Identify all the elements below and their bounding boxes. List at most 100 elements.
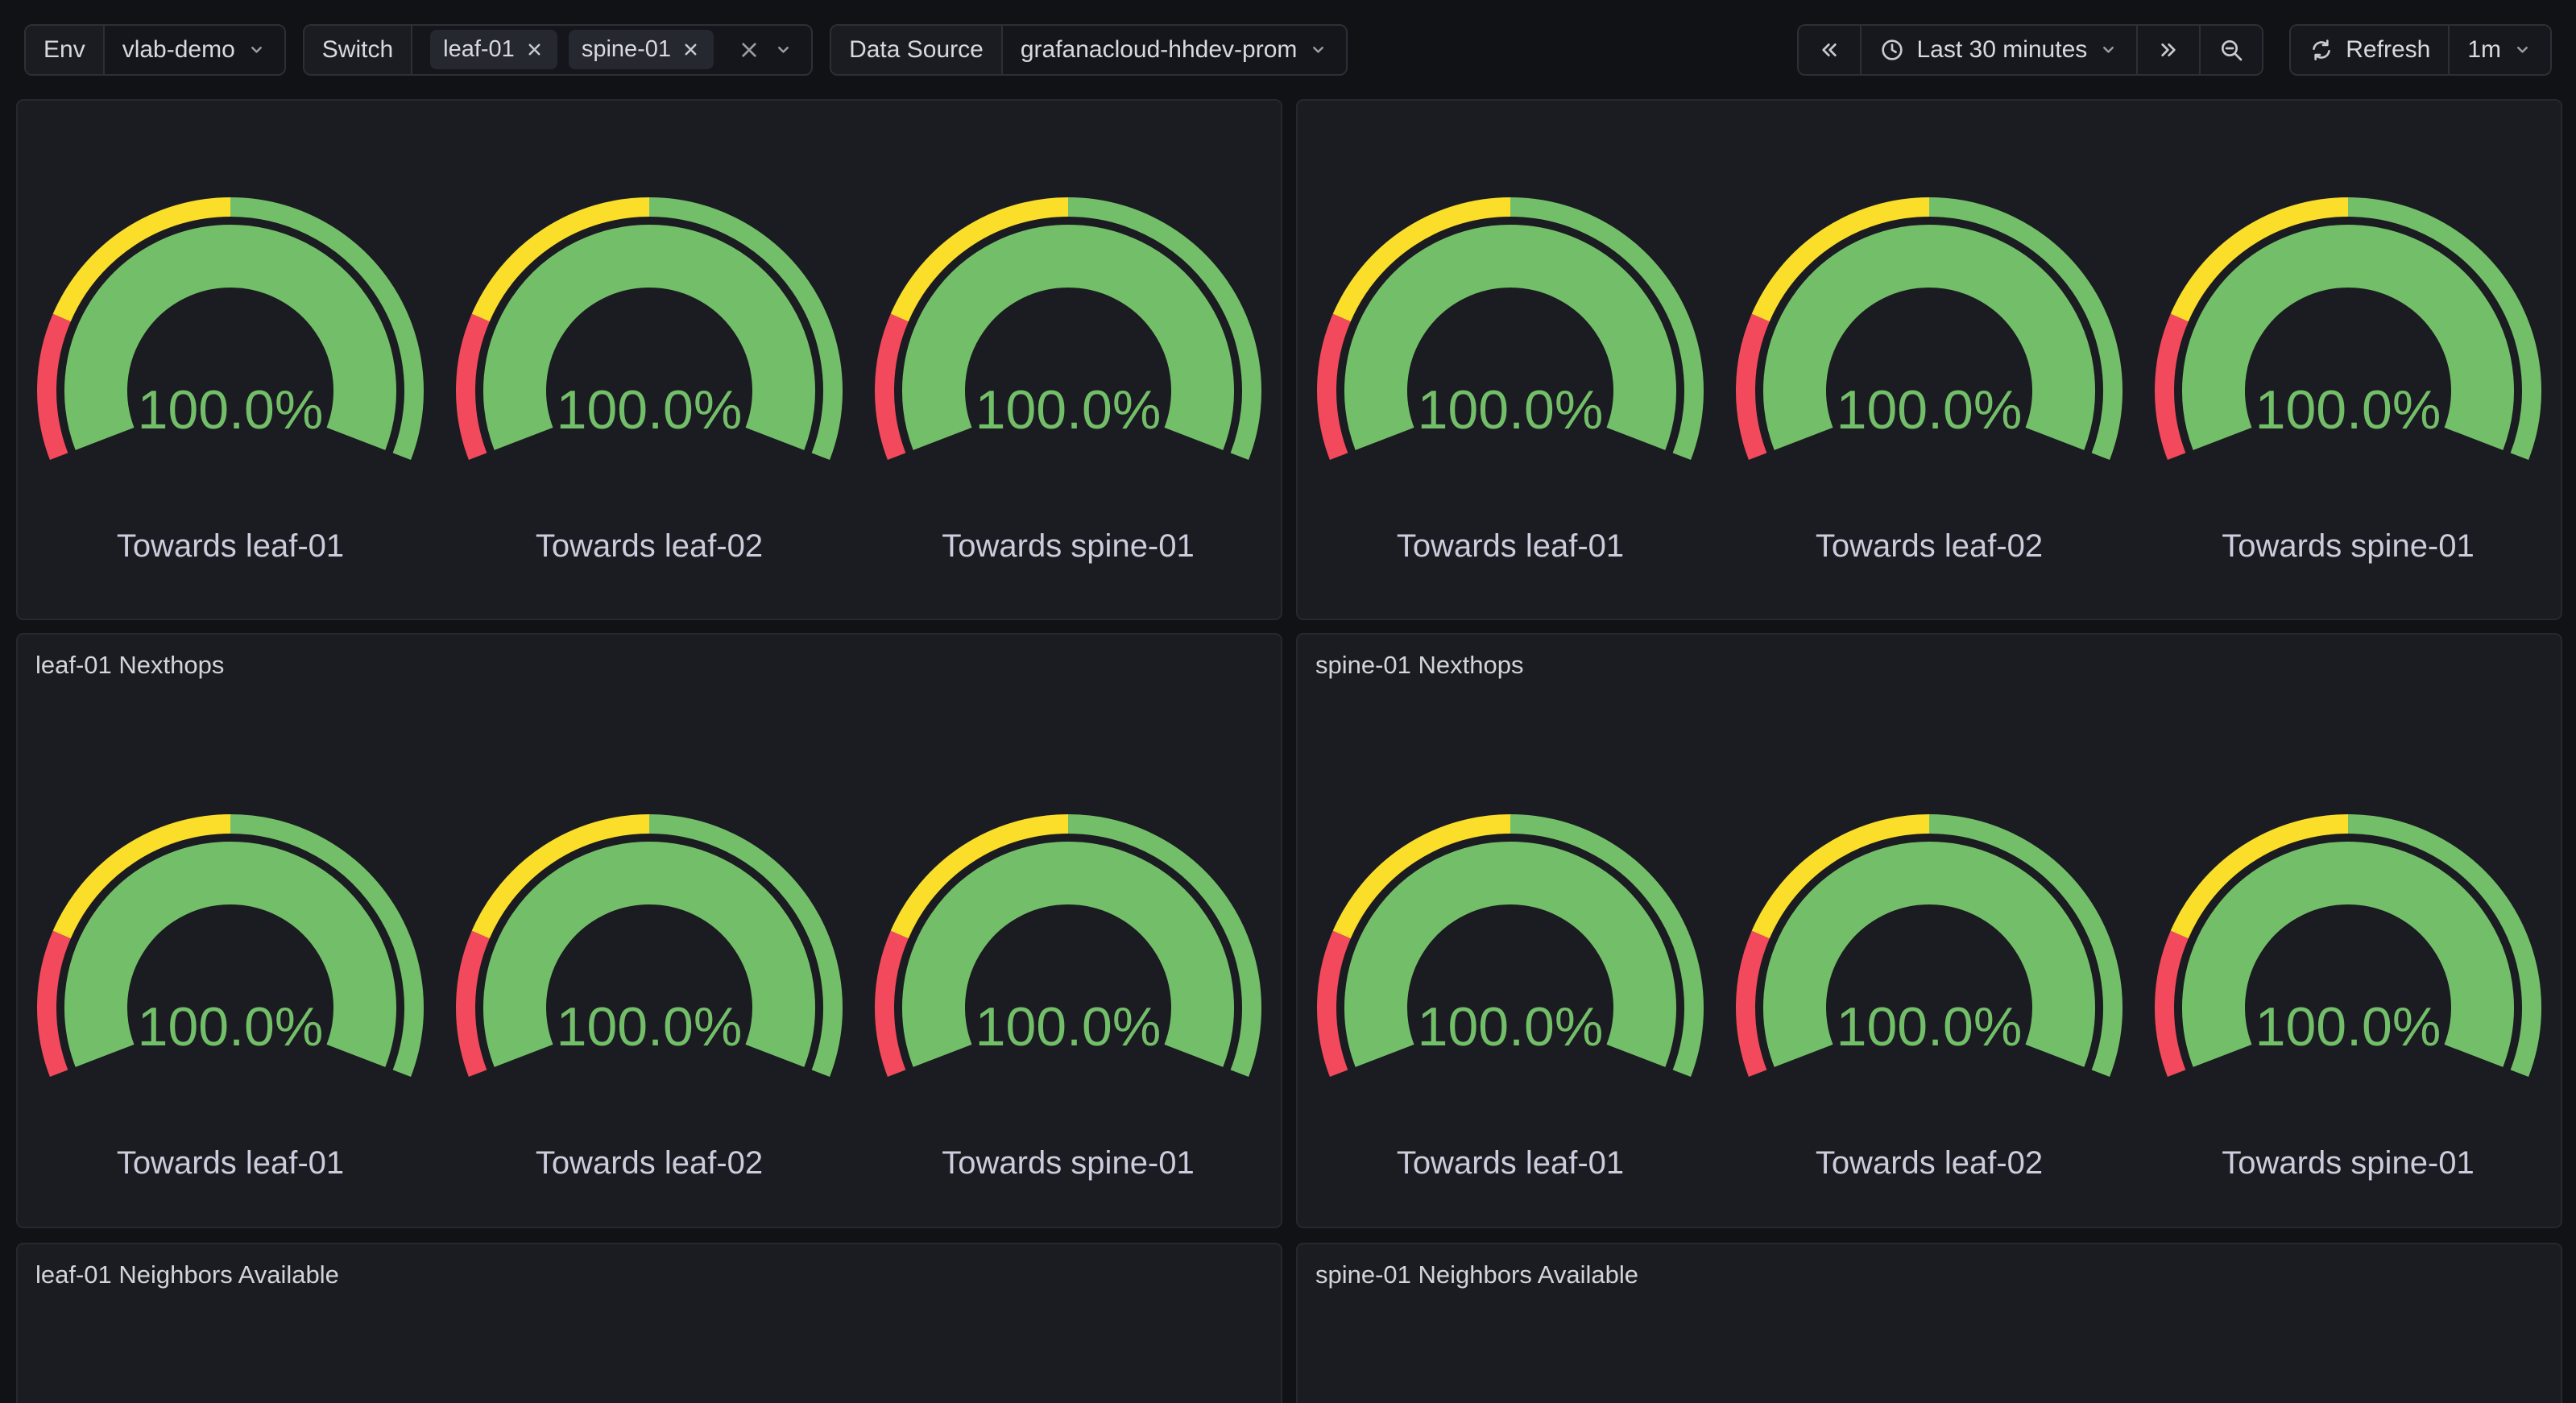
panel-title[interactable]: spine-01 Nexthops	[1298, 635, 2561, 681]
time-shift-forward-button[interactable]	[2136, 26, 2199, 74]
dashboard-grid: 100.0% Towards leaf-01 100.0% Towards le…	[16, 99, 2562, 1403]
switch-tag-leaf-01[interactable]: leaf-01	[430, 30, 557, 69]
gauge-label: Towards spine-01	[942, 528, 1195, 565]
gauge-arc: 100.0%	[1301, 189, 1720, 483]
gauge-arc: 100.0%	[440, 189, 859, 483]
gauge: 100.0% Towards leaf-01	[21, 189, 440, 565]
clock-icon	[1879, 37, 1905, 63]
gauge: 100.0% Towards leaf-02	[1720, 806, 2139, 1182]
gauge-arc: 100.0%	[859, 806, 1278, 1100]
chevron-down-icon	[1308, 39, 1328, 60]
gauge-value: 100.0%	[557, 379, 743, 441]
gauge-label: Towards spine-01	[942, 1145, 1195, 1182]
tag-text: spine-01	[582, 36, 671, 63]
env-label: Env	[26, 26, 103, 74]
gauge-arc: 100.0%	[2139, 806, 2557, 1100]
gauge-row: 100.0% Towards leaf-01 100.0% Towards le…	[1298, 189, 2561, 565]
refresh-interval-dropdown[interactable]: 1m	[2448, 26, 2550, 74]
gauge-panel: leaf-01 Neighbors Available	[16, 1243, 1282, 1403]
gauge-panel: spine-01 Nexthops 100.0% Towards leaf-01…	[1296, 633, 2562, 1228]
gauge-row: 100.0% Towards leaf-01 100.0% Towards le…	[18, 806, 1281, 1182]
gauge-value: 100.0%	[1837, 996, 2023, 1057]
chevron-down-icon	[773, 39, 793, 60]
gauge-label: Towards leaf-01	[1397, 1145, 1624, 1182]
gauge: 100.0% Towards leaf-02	[440, 189, 859, 565]
gauge-label: Towards leaf-02	[1816, 528, 2043, 565]
gauge-arc: 100.0%	[1720, 806, 2139, 1100]
remove-tag-icon[interactable]	[681, 39, 701, 60]
gauge-label: Towards leaf-01	[1397, 528, 1624, 565]
gauge-label: Towards leaf-02	[1816, 1145, 2043, 1182]
clear-all-icon[interactable]	[736, 37, 762, 63]
gauge-label: Towards spine-01	[2222, 1145, 2475, 1182]
double-chevron-right-icon	[2156, 37, 2181, 63]
gauge-value: 100.0%	[975, 379, 1162, 441]
gauge: 100.0% Towards leaf-02	[1720, 189, 2139, 565]
remove-tag-icon[interactable]	[524, 39, 545, 60]
gauge: 100.0% Towards spine-01	[859, 189, 1278, 565]
switch-tag-spine-01[interactable]: spine-01	[569, 30, 714, 69]
gauge: 100.0% Towards spine-01	[2139, 806, 2557, 1182]
gauge-panel: 100.0% Towards leaf-01 100.0% Towards le…	[1296, 99, 2562, 620]
gauge-panel: 100.0% Towards leaf-01 100.0% Towards le…	[16, 99, 1282, 620]
time-range-picker[interactable]: Last 30 minutes	[1860, 26, 2136, 74]
env-value-dropdown[interactable]: vlab-demo	[103, 26, 284, 74]
time-range-text: Last 30 minutes	[1916, 36, 2087, 64]
datasource-value: grafanacloud-hhdev-prom	[1021, 36, 1298, 64]
time-controls: Last 30 minutes Refresh	[1797, 24, 2552, 76]
refresh-label: Refresh	[2346, 36, 2430, 64]
panel-row-3: leaf-01 Neighbors Available spine-01 Nei…	[16, 1243, 2562, 1403]
gauge-label: Towards leaf-01	[117, 528, 344, 565]
gauge-arc: 100.0%	[1720, 189, 2139, 483]
gauge-arc: 100.0%	[859, 189, 1278, 483]
switch-value-dropdown[interactable]: leaf-01 spine-01	[411, 26, 811, 74]
gauge-value: 100.0%	[975, 996, 1162, 1057]
chevron-down-icon	[2098, 39, 2118, 60]
gauge-label: Towards leaf-02	[536, 528, 763, 565]
gauge-panel: leaf-01 Nexthops 100.0% Towards leaf-01 …	[16, 633, 1282, 1228]
gauge-value: 100.0%	[2255, 996, 2441, 1057]
env-value: vlab-demo	[122, 36, 235, 64]
gauge-value: 100.0%	[1418, 996, 1604, 1057]
grafana-dashboard: Env vlab-demo Switch leaf-01 spine-01	[0, 0, 2576, 1403]
gauge: 100.0% Towards spine-01	[859, 806, 1278, 1182]
panel-title[interactable]: leaf-01 Nexthops	[18, 635, 1281, 681]
gauge-label: Towards leaf-01	[117, 1145, 344, 1182]
refresh-group: Refresh 1m	[2289, 24, 2552, 76]
zoom-out-button[interactable]	[2199, 26, 2262, 74]
gauge: 100.0% Towards leaf-01	[1301, 806, 1720, 1182]
switch-label: Switch	[304, 26, 411, 74]
refresh-icon	[2309, 37, 2334, 63]
gauge-label: Towards spine-01	[2222, 528, 2475, 565]
variable-datasource: Data Source grafanacloud-hhdev-prom	[830, 24, 1348, 76]
gauge-value: 100.0%	[557, 996, 743, 1057]
gauge-label: Towards leaf-02	[536, 1145, 763, 1182]
gauge: 100.0% Towards leaf-01	[1301, 189, 1720, 565]
dashboard-toolbar: Env vlab-demo Switch leaf-01 spine-01	[0, 0, 2576, 99]
gauge-arc: 100.0%	[2139, 189, 2557, 483]
gauge-value: 100.0%	[2255, 379, 2441, 441]
time-range-group: Last 30 minutes	[1797, 24, 2263, 76]
gauge-value: 100.0%	[138, 379, 324, 441]
time-shift-back-button[interactable]	[1799, 26, 1860, 74]
gauge-arc: 100.0%	[21, 189, 440, 483]
variable-env: Env vlab-demo	[24, 24, 286, 76]
zoom-out-icon	[2218, 37, 2244, 63]
panel-title[interactable]: leaf-01 Neighbors Available	[18, 1244, 1281, 1291]
gauge-row: 100.0% Towards leaf-01 100.0% Towards le…	[1298, 806, 2561, 1182]
tag-text: leaf-01	[443, 36, 515, 63]
refresh-button[interactable]: Refresh	[2291, 26, 2448, 74]
panel-row-1: 100.0% Towards leaf-01 100.0% Towards le…	[16, 99, 2562, 620]
gauge: 100.0% Towards leaf-02	[440, 806, 859, 1182]
gauge-row: 100.0% Towards leaf-01 100.0% Towards le…	[18, 189, 1281, 565]
datasource-value-dropdown[interactable]: grafanacloud-hhdev-prom	[1001, 26, 1347, 74]
chevron-down-icon	[246, 39, 267, 60]
gauge-arc: 100.0%	[1301, 806, 1720, 1100]
panel-row-2: leaf-01 Nexthops 100.0% Towards leaf-01 …	[16, 633, 2562, 1228]
gauge: 100.0% Towards leaf-01	[21, 806, 440, 1182]
panel-title[interactable]: spine-01 Neighbors Available	[1298, 1244, 2561, 1291]
gauge-value: 100.0%	[138, 996, 324, 1057]
gauge-value: 100.0%	[1837, 379, 2023, 441]
gauge-arc: 100.0%	[21, 806, 440, 1100]
datasource-label: Data Source	[831, 26, 1001, 74]
